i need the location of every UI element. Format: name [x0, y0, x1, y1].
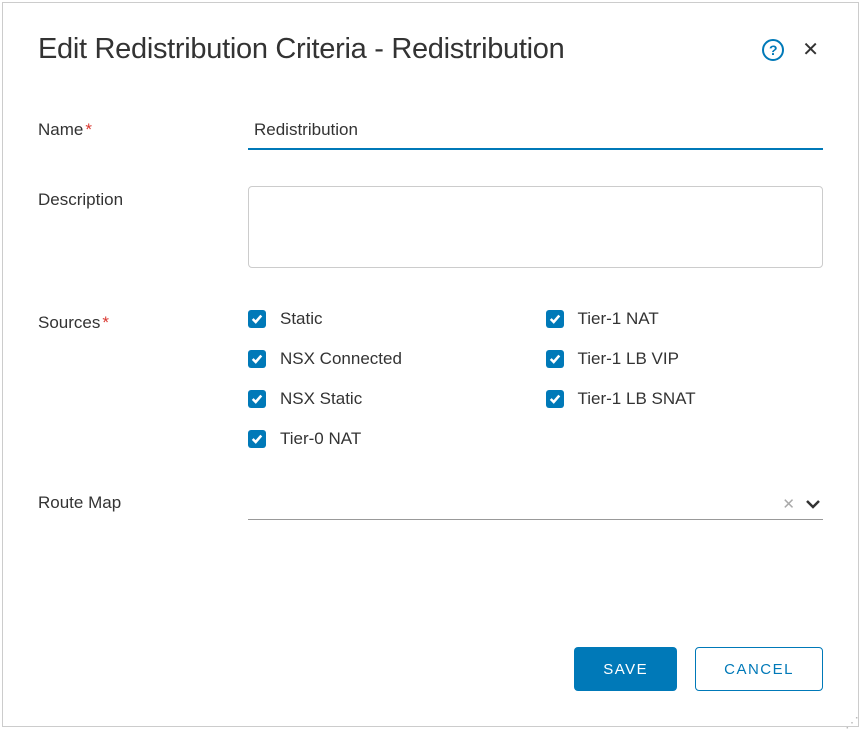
routemap-row: Route Map ✕: [38, 489, 823, 520]
sources-control: Static Tier-1 NAT NSX Connected: [248, 309, 823, 449]
header-icons: ? ✕: [762, 37, 823, 62]
description-control: [248, 186, 823, 273]
check-icon: [251, 313, 263, 325]
description-row: Description: [38, 186, 823, 273]
source-tier1-lb-vip: Tier-1 LB VIP: [546, 349, 824, 369]
check-icon: [549, 393, 561, 405]
sources-label: Sources*: [38, 309, 248, 333]
check-icon: [251, 353, 263, 365]
checkbox-nsx-static[interactable]: [248, 390, 266, 408]
chevron-down-icon[interactable]: [805, 499, 821, 509]
checkbox-tier1-lb-vip[interactable]: [546, 350, 564, 368]
dialog-header: Edit Redistribution Criteria - Redistrib…: [38, 33, 823, 66]
checkbox-nsx-connected[interactable]: [248, 350, 266, 368]
routemap-label: Route Map: [38, 489, 248, 513]
check-icon: [251, 393, 263, 405]
name-input[interactable]: [248, 116, 823, 150]
source-nsx-connected: NSX Connected: [248, 349, 526, 369]
source-nsx-static: NSX Static: [248, 389, 526, 409]
routemap-select[interactable]: ✕: [248, 489, 823, 520]
name-row: Name*: [38, 116, 823, 150]
checkbox-label: NSX Static: [280, 389, 362, 409]
checkbox-label: Tier-1 LB SNAT: [578, 389, 696, 409]
resize-grip-icon[interactable]: ⋰: [845, 715, 859, 729]
checkbox-label: Tier-1 NAT: [578, 309, 659, 329]
check-icon: [549, 353, 561, 365]
help-icon[interactable]: ?: [762, 39, 784, 61]
clear-icon[interactable]: ✕: [782, 495, 795, 513]
sources-row: Sources* Static Tier-1 NAT: [38, 309, 823, 449]
required-asterisk: *: [102, 313, 109, 332]
dialog-footer: SAVE CANCEL: [574, 647, 823, 691]
routemap-control: ✕: [248, 489, 823, 520]
check-icon: [251, 433, 263, 445]
checkbox-label: Tier-1 LB VIP: [578, 349, 679, 369]
description-label: Description: [38, 186, 248, 210]
check-icon: [549, 313, 561, 325]
required-asterisk: *: [85, 120, 92, 139]
edit-redistribution-dialog: Edit Redistribution Criteria - Redistrib…: [2, 2, 859, 727]
checkbox-tier1-lb-snat[interactable]: [546, 390, 564, 408]
checkbox-tier0-nat[interactable]: [248, 430, 266, 448]
source-tier1-lb-snat: Tier-1 LB SNAT: [546, 389, 824, 409]
name-label: Name*: [38, 116, 248, 140]
checkbox-label: Tier-0 NAT: [280, 429, 361, 449]
checkbox-static[interactable]: [248, 310, 266, 328]
checkbox-label: NSX Connected: [280, 349, 402, 369]
save-button[interactable]: SAVE: [574, 647, 677, 691]
checkbox-label: Static: [280, 309, 323, 329]
dialog-title: Edit Redistribution Criteria - Redistrib…: [38, 33, 564, 66]
name-control: [248, 116, 823, 150]
source-tier1-nat: Tier-1 NAT: [546, 309, 824, 329]
sources-grid: Static Tier-1 NAT NSX Connected: [248, 309, 823, 449]
checkbox-tier1-nat[interactable]: [546, 310, 564, 328]
source-tier0-nat: Tier-0 NAT: [248, 429, 526, 449]
description-input[interactable]: [248, 186, 823, 268]
close-icon[interactable]: ✕: [798, 37, 823, 62]
cancel-button[interactable]: CANCEL: [695, 647, 823, 691]
source-static: Static: [248, 309, 526, 329]
